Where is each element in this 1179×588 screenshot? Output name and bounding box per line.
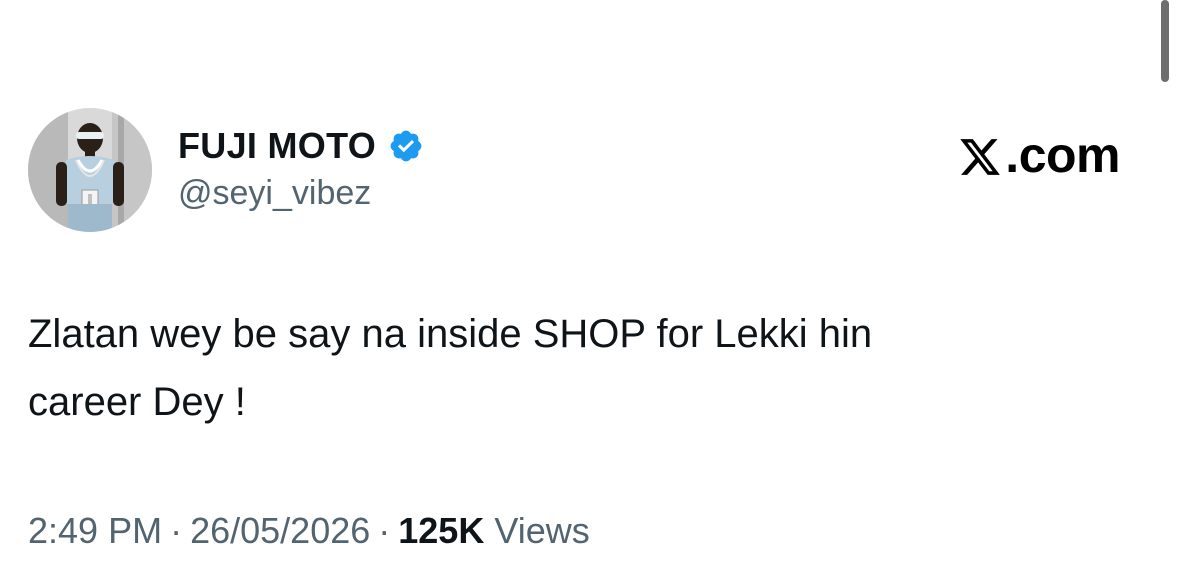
avatar-photo xyxy=(28,108,152,232)
brand-mark: .com xyxy=(957,126,1120,184)
tweet-date[interactable]: 26/05/2026 xyxy=(190,510,370,551)
scrollbar[interactable] xyxy=(1161,0,1169,82)
meta-separator: · xyxy=(378,510,391,551)
name-row: FUJI MOTO xyxy=(178,122,424,170)
author-identity: FUJI MOTO @seyi_vibez xyxy=(178,122,424,213)
tweet-meta: 2:49 PM · 26/05/2026 · 125K Views xyxy=(28,510,590,552)
meta-separator: · xyxy=(170,510,183,551)
verified-badge-icon xyxy=(388,128,424,164)
x-logo-icon xyxy=(957,133,1003,177)
author-handle[interactable]: @seyi_vibez xyxy=(178,174,424,213)
tweet-text: Zlatan wey be say na inside SHOP for Lek… xyxy=(28,312,873,424)
avatar[interactable] xyxy=(28,108,152,232)
tweet-header: FUJI MOTO @seyi_vibez .com xyxy=(28,108,1148,234)
brand-domain: .com xyxy=(1005,127,1120,183)
views-label: Views xyxy=(494,510,590,551)
display-name[interactable]: FUJI MOTO xyxy=(178,125,376,167)
tweet-time[interactable]: 2:49 PM xyxy=(28,510,162,551)
views-count: 125K xyxy=(398,510,485,551)
